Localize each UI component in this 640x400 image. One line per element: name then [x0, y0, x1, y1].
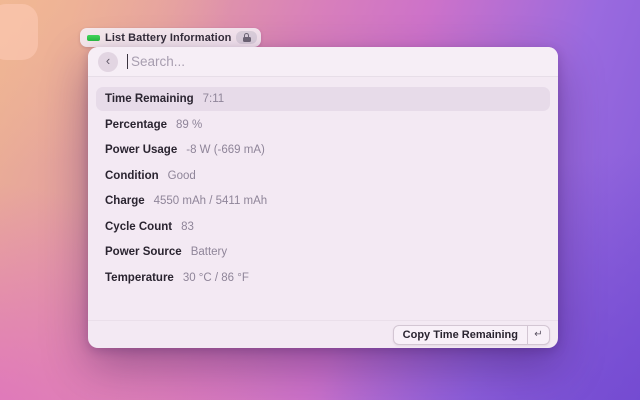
row-value: 89 %	[176, 118, 203, 131]
row-label: Time Remaining	[105, 93, 194, 105]
row-label: Percentage	[105, 118, 168, 131]
list-item[interactable]: Cycle Count 83	[96, 215, 550, 239]
battery-info-list: Time Remaining 7:11 Percentage 89 % Powe…	[88, 77, 558, 320]
launcher-window: ‹ Time Remaining 7:11 Percentage 89 % Po…	[88, 47, 558, 348]
enter-key-icon: ↵	[527, 325, 549, 344]
list-item[interactable]: Temperature 30 °C / 86 °F	[96, 266, 550, 290]
list-item[interactable]: Time Remaining 7:11	[96, 87, 550, 111]
action-button-label: Copy Time Remaining	[402, 328, 518, 341]
list-item[interactable]: Power Source Battery	[96, 240, 550, 264]
search-input[interactable]	[131, 54, 548, 69]
row-value: 7:11	[202, 93, 225, 105]
list-item[interactable]: Charge 4550 mAh / 5411 mAh	[96, 189, 550, 213]
list-item[interactable]: Condition Good	[96, 164, 550, 188]
chevron-left-icon: ‹	[105, 53, 111, 68]
copy-time-remaining-button[interactable]: Copy Time Remaining ↵	[392, 324, 550, 345]
row-label: Power Usage	[105, 144, 178, 156]
row-label: Temperature	[105, 271, 174, 284]
row-value: 83	[181, 220, 194, 233]
text-caret	[127, 54, 128, 69]
row-label: Power Source	[105, 246, 182, 258]
row-label: Charge	[105, 195, 145, 207]
command-lock-badge	[236, 31, 258, 44]
search-bar: ‹	[88, 47, 558, 77]
command-chip-label: List Battery Information	[105, 31, 232, 44]
row-value: Good	[167, 169, 196, 182]
battery-icon	[87, 34, 100, 41]
lock-icon	[242, 33, 251, 42]
list-item[interactable]: Percentage 89 %	[96, 113, 550, 137]
row-label: Cycle Count	[105, 220, 173, 233]
row-value: 4550 mAh / 5411 mAh	[153, 195, 268, 207]
back-button[interactable]: ‹	[98, 51, 118, 72]
action-bar: Copy Time Remaining ↵	[88, 320, 558, 348]
command-chip[interactable]: List Battery Information	[80, 28, 262, 47]
list-item[interactable]: Power Usage -8 W (-669 mA)	[96, 138, 550, 162]
row-value: Battery	[190, 246, 228, 258]
row-value: 30 °C / 86 °F	[182, 271, 249, 284]
row-value: -8 W (-669 mA)	[186, 144, 265, 156]
row-label: Condition	[105, 169, 159, 182]
wallpaper-blob	[0, 4, 38, 60]
